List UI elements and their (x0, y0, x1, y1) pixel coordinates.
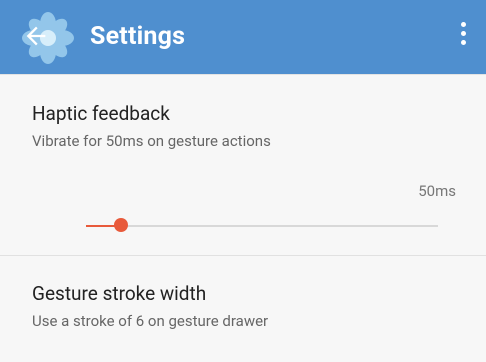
page-title: Settings (90, 22, 186, 51)
settings-screen: Settings Haptic feedback Vibrate for 50m… (0, 0, 486, 362)
haptic-feedback-slider[interactable] (86, 218, 438, 232)
arrow-left-icon[interactable] (22, 22, 50, 50)
haptic-feedback-value: 50ms (418, 182, 456, 200)
haptic-feedback-title: Haptic feedback (32, 102, 170, 125)
gesture-stroke-width-subtitle: Use a stroke of 6 on gesture drawer (32, 312, 269, 330)
haptic-feedback-slider-thumb[interactable] (114, 218, 129, 232)
more-vert-icon[interactable] (458, 22, 468, 52)
app-bar: Settings (0, 0, 486, 74)
haptic-feedback-subtitle: Vibrate for 50ms on gesture actions (32, 132, 271, 150)
gesture-stroke-width-title: Gesture stroke width (32, 282, 207, 305)
settings-divider (0, 255, 486, 256)
settings-content: Haptic feedback Vibrate for 50ms on gest… (0, 74, 486, 362)
